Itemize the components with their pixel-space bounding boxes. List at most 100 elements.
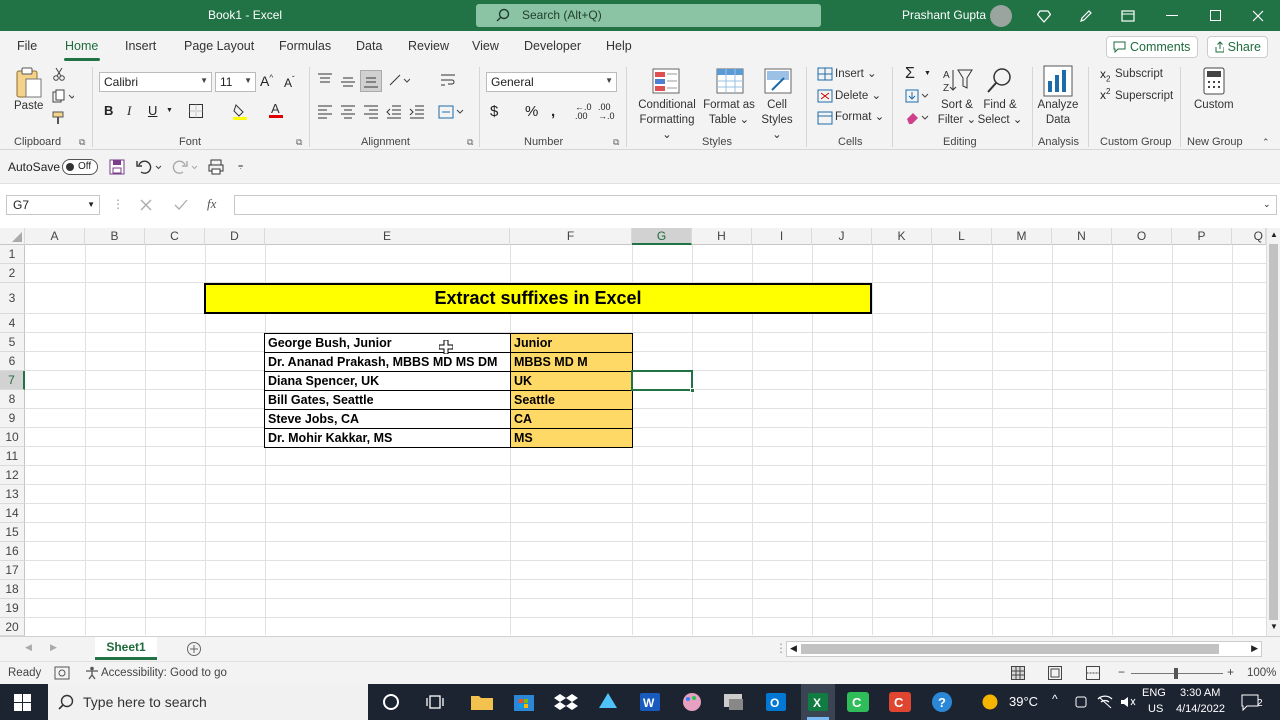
customize-qat-icon[interactable]: ⩦ (238, 160, 243, 171)
cell-f6[interactable]: MBBS MD M (510, 352, 633, 372)
paint-icon[interactable] (679, 690, 705, 714)
dialog-launcher-icon[interactable]: ⧉ (467, 137, 473, 148)
tab-file[interactable]: File (17, 39, 37, 53)
avatar[interactable] (990, 5, 1012, 27)
format-as-table-icon[interactable] (716, 68, 744, 94)
clock-time[interactable]: 3:30 AM (1180, 687, 1220, 699)
search-box[interactable]: Search (Alt+Q) (476, 4, 821, 27)
normal-view-icon[interactable] (1011, 666, 1025, 680)
active-cell-g7[interactable] (631, 370, 695, 393)
scroll-right-icon[interactable]: ▶ (1251, 643, 1258, 654)
sort-filter-label[interactable]: Sort & Filter ⌄ (933, 98, 981, 128)
scroll-left-icon[interactable]: ◀ (790, 643, 797, 654)
fill-icon[interactable] (905, 89, 931, 103)
scroll-down-icon[interactable]: ▼ (1270, 622, 1278, 631)
custom-icon[interactable] (1203, 67, 1225, 95)
col-header-a[interactable]: A (25, 228, 85, 245)
cell-styles-label[interactable]: Cell Styles ⌄ (756, 98, 798, 143)
pen-icon[interactable] (1064, 0, 1108, 31)
row-header-8[interactable]: 8 (0, 390, 25, 409)
vertical-scrollbar[interactable]: ▲ ▼ (1266, 228, 1280, 636)
row-header-20[interactable]: 20 (0, 618, 25, 636)
row-header-9[interactable]: 9 (0, 409, 25, 428)
weather-icon[interactable] (981, 693, 999, 711)
windows-start-icon[interactable] (14, 694, 31, 711)
bold-icon[interactable]: B (104, 103, 113, 118)
row-header-16[interactable]: 16 (0, 542, 25, 561)
page-break-view-icon[interactable] (1086, 666, 1100, 680)
task-view-icon[interactable] (426, 693, 444, 711)
accessibility-status[interactable]: Accessibility: Good to go (101, 667, 227, 679)
row-header-2[interactable]: 2 (0, 264, 25, 283)
decrease-indent-icon[interactable] (386, 105, 402, 119)
insert-cells-label[interactable]: Insert ⌄ (835, 67, 877, 82)
row-header-10[interactable]: 10 (0, 428, 25, 447)
dialog-launcher-icon[interactable]: ⧉ (613, 137, 619, 148)
add-sheet-icon[interactable] (186, 641, 202, 657)
zoom-level[interactable]: 100% (1247, 667, 1276, 679)
camtasia-red-icon[interactable]: C (887, 690, 913, 714)
row-header-11[interactable]: 11 (0, 447, 25, 466)
formula-input[interactable] (234, 195, 1277, 215)
merge-center-icon[interactable] (438, 104, 464, 120)
zoom-in-icon[interactable]: + (1227, 665, 1234, 679)
close-button[interactable] (1236, 0, 1280, 31)
minimize-button[interactable] (1150, 0, 1194, 31)
subscript-label[interactable]: Subscript (1115, 67, 1163, 82)
col-header-i[interactable]: I (752, 228, 812, 245)
expand-formula-icon[interactable]: ⌄ (1263, 199, 1271, 210)
col-header-b[interactable]: B (85, 228, 145, 245)
col-header-f[interactable]: F (510, 228, 632, 245)
word-icon[interactable]: W (637, 690, 663, 714)
name-box[interactable]: G7 ▼ (6, 195, 100, 215)
col-header-m[interactable]: M (992, 228, 1052, 245)
orientation-icon[interactable] (388, 73, 410, 87)
clear-icon[interactable] (905, 111, 931, 125)
superscript-icon[interactable]: x2 (1100, 87, 1110, 102)
tab-page-layout[interactable]: Page Layout (184, 39, 254, 53)
align-top-icon[interactable] (317, 73, 333, 87)
delete-cells-label[interactable]: Delete ⌄ (835, 89, 881, 104)
horizontal-scrollbar[interactable]: ◀ ▶ (786, 641, 1262, 657)
cancel-entry-icon[interactable] (140, 199, 152, 211)
align-left-icon[interactable] (317, 105, 333, 119)
conditional-formatting-label[interactable]: Conditional Formatting ⌄ (636, 98, 698, 143)
fill-handle[interactable] (690, 388, 695, 393)
zoom-slider-thumb[interactable] (1174, 668, 1178, 679)
accessibility-icon[interactable] (85, 666, 99, 680)
comments-button[interactable]: Comments (1106, 36, 1198, 58)
dialog-launcher-icon[interactable]: ⧉ (296, 137, 302, 148)
col-header-h[interactable]: H (692, 228, 752, 245)
row-header-18[interactable]: 18 (0, 580, 25, 599)
store-icon[interactable] (511, 690, 537, 714)
format-as-table-label[interactable]: Format as Table ⌄ (703, 98, 755, 128)
cortana-icon[interactable] (382, 693, 400, 711)
tab-home[interactable]: Home (65, 39, 98, 53)
font-color-icon[interactable]: A (268, 101, 284, 119)
superscript-label[interactable]: Superscript (1115, 89, 1173, 104)
cell-f8[interactable]: Seattle (510, 390, 633, 410)
redo-icon[interactable] (172, 159, 198, 175)
cell-e6[interactable]: Dr. Ananad Prakash, MBBS MD MS DM (264, 352, 511, 372)
collapse-ribbon-icon[interactable]: ⌃ (1262, 137, 1270, 148)
next-sheet-icon[interactable]: ▶ (50, 642, 57, 653)
col-header-o[interactable]: O (1112, 228, 1172, 245)
col-header-k[interactable]: K (872, 228, 932, 245)
align-center-icon[interactable] (340, 105, 356, 119)
tab-data[interactable]: Data (356, 39, 382, 53)
format-cells-label[interactable]: Format ⌄ (835, 110, 884, 125)
increase-font-icon[interactable]: A^ (260, 73, 273, 89)
diamond-icon[interactable] (1022, 0, 1066, 31)
col-header-q[interactable]: Q (1232, 228, 1266, 245)
sort-filter-icon[interactable]: AZ (943, 67, 973, 93)
file-explorer-icon[interactable] (469, 690, 495, 714)
maximize-button[interactable] (1194, 0, 1238, 31)
macro-record-icon[interactable] (54, 666, 70, 680)
sheet-title-cell[interactable]: Extract suffixes in Excel (204, 283, 872, 314)
cell-f7[interactable]: UK (510, 371, 633, 391)
row-header-3[interactable]: 3 (0, 283, 25, 314)
cell-e10[interactable]: Dr. Mohir Kakkar, MS (264, 428, 511, 448)
autosum-icon[interactable]: Σ (905, 65, 915, 83)
cell-e8[interactable]: Bill Gates, Seattle (264, 390, 511, 410)
italic-icon[interactable]: I (127, 103, 131, 119)
